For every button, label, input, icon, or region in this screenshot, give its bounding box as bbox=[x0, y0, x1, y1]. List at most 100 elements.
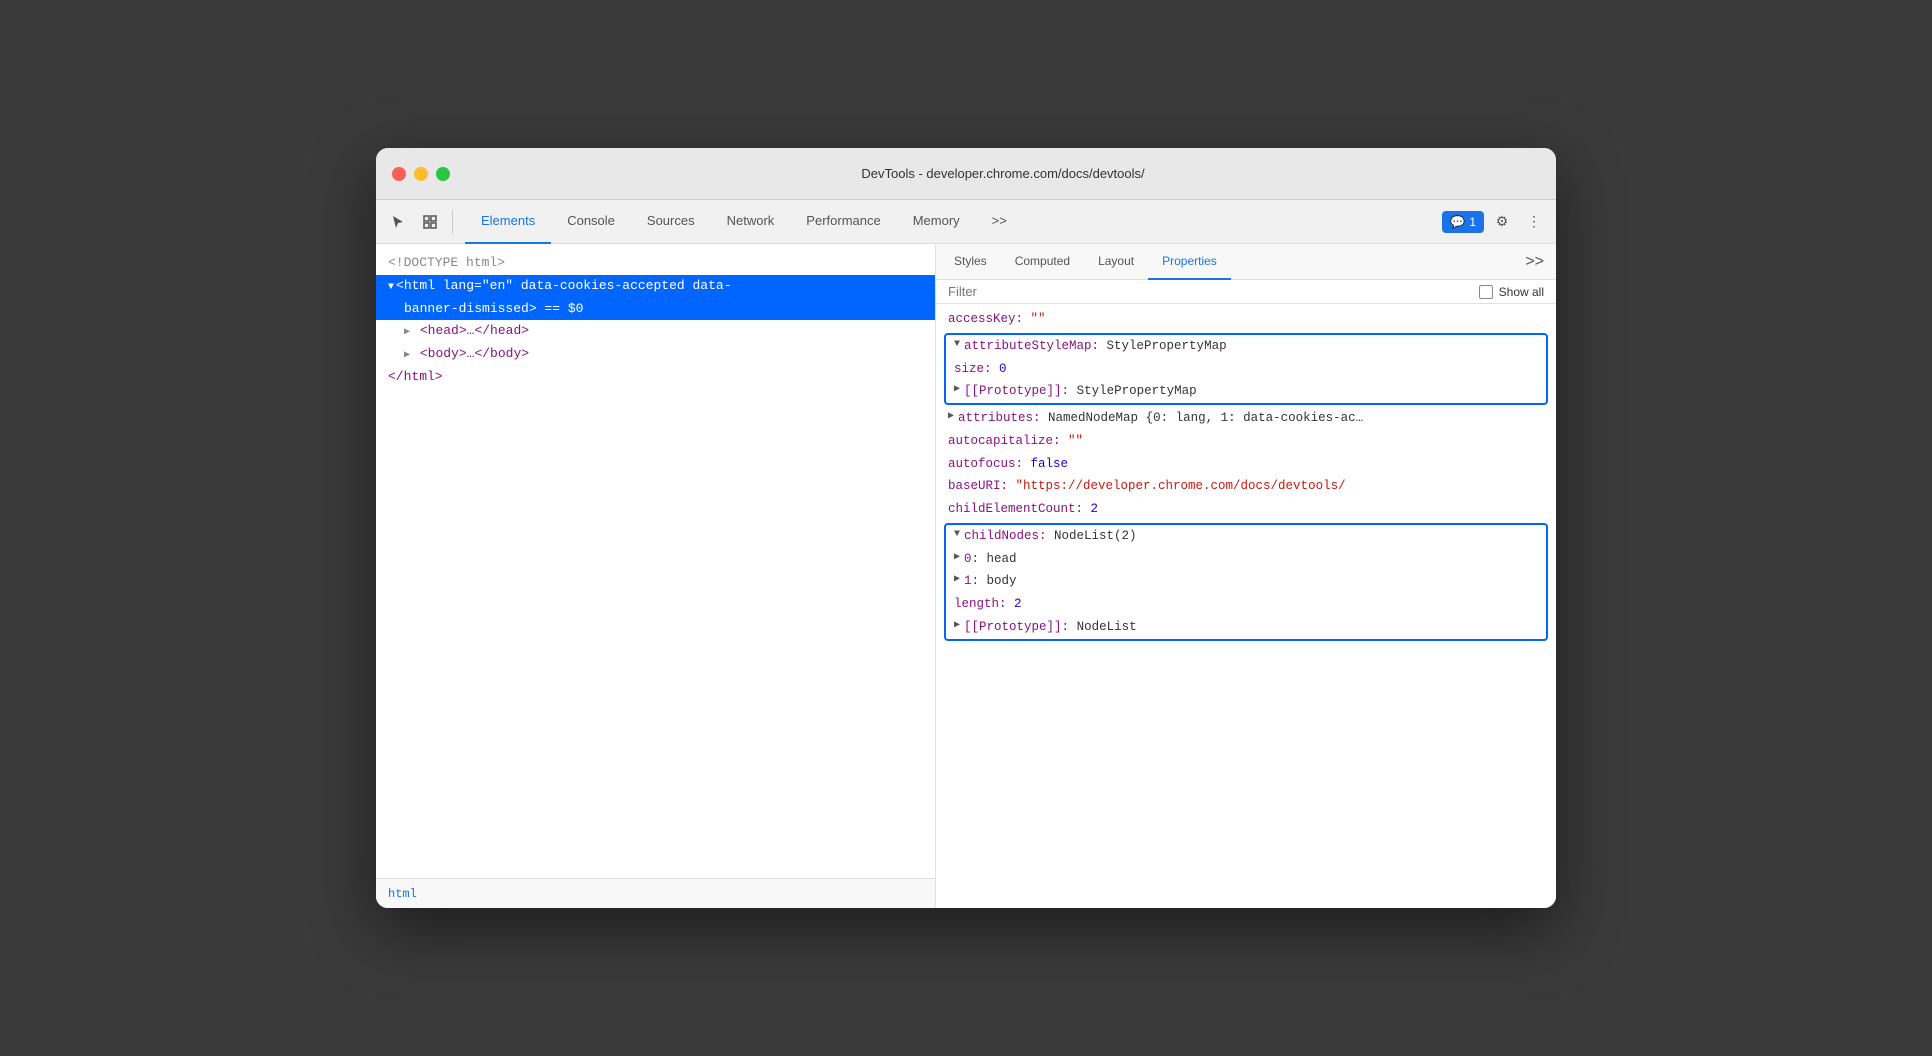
prop-attributestylemap-header[interactable]: ▼ attributeStyleMap: StylePropertyMap bbox=[946, 335, 1546, 358]
prop-val-accesskey: "" bbox=[1031, 310, 1046, 329]
prop-size: size: 0 bbox=[946, 358, 1546, 381]
prop-val-baseuri: "https://developer.chrome.com/docs/devto… bbox=[1016, 477, 1346, 496]
dom-html-open[interactable]: ▼<html lang="en" data-cookies-accepted d… bbox=[376, 275, 935, 298]
prop-childnodes-0[interactable]: ▶ 0: head bbox=[946, 548, 1546, 571]
prop-key-attributestylemap: attributeStyleMap: bbox=[964, 337, 1107, 356]
prop-key-baseuri: baseURI: bbox=[948, 477, 1016, 496]
tab-console[interactable]: Console bbox=[551, 200, 631, 244]
prop-group-attributestylemap: ▼ attributeStyleMap: StylePropertyMap si… bbox=[944, 333, 1548, 405]
tab-sources[interactable]: Sources bbox=[631, 200, 711, 244]
prop-key-childelementcount: childElementCount: bbox=[948, 500, 1091, 519]
expand-prototype-stylemap-icon[interactable]: ▶ bbox=[954, 382, 960, 397]
dom-html-close: </html> bbox=[376, 366, 935, 389]
prop-key-prototype-stylemap: [[Prototype]]: bbox=[964, 382, 1077, 401]
prop-val-attributes: NamedNodeMap {0: lang, 1: data-cookies-a… bbox=[1048, 409, 1363, 428]
right-tabs: Styles Computed Layout Properties >> bbox=[936, 244, 1556, 280]
expand-prototype-nodelist-icon[interactable]: ▶ bbox=[954, 618, 960, 633]
dom-body[interactable]: ▶ <body>…</body> bbox=[376, 343, 935, 366]
prop-key-childnodes-0: 0: bbox=[964, 550, 987, 569]
prop-val-childnodes-1: body bbox=[987, 572, 1017, 591]
maximize-button[interactable] bbox=[436, 167, 450, 181]
prop-key-childnodes: childNodes: bbox=[964, 527, 1054, 546]
prop-prototype-nodelist[interactable]: ▶ [[Prototype]]: NodeList bbox=[946, 616, 1546, 639]
tab-layout[interactable]: Layout bbox=[1084, 244, 1148, 280]
badge-count: 1 bbox=[1469, 215, 1476, 229]
devtools-body: <!DOCTYPE html> ▼<html lang="en" data-co… bbox=[376, 244, 1556, 908]
prop-val-prototype-nodelist: NodeList bbox=[1077, 618, 1137, 637]
tab-properties[interactable]: Properties bbox=[1148, 244, 1231, 280]
doctype-text: <!DOCTYPE html> bbox=[388, 255, 505, 270]
expand-triangle: ▼ bbox=[388, 280, 394, 296]
prop-key-childnodes-length: length: bbox=[954, 595, 1014, 614]
prop-childnodes-header[interactable]: ▼ childNodes: NodeList(2) bbox=[946, 525, 1546, 548]
breadcrumb: html bbox=[376, 878, 935, 908]
prop-val-size: 0 bbox=[999, 360, 1007, 379]
tab-more[interactable]: >> bbox=[976, 200, 1023, 244]
expand-childnodes-1-icon[interactable]: ▶ bbox=[954, 572, 960, 587]
prop-autocapitalize: autocapitalize: "" bbox=[936, 430, 1556, 453]
html-close-tag: </html> bbox=[388, 369, 443, 384]
prop-autofocus: autofocus: false bbox=[936, 453, 1556, 476]
prop-key-size: size: bbox=[954, 360, 999, 379]
tab-styles[interactable]: Styles bbox=[940, 244, 1001, 280]
tab-network[interactable]: Network bbox=[711, 200, 791, 244]
kebab-menu-icon[interactable]: ⋮ bbox=[1520, 208, 1548, 236]
toolbar-right: 💬 1 ⚙ ⋮ bbox=[1442, 208, 1548, 236]
devtools-toolbar: Elements Console Sources Network Perform… bbox=[376, 200, 1556, 244]
prop-val-childnodes: NodeList(2) bbox=[1054, 527, 1137, 546]
inspect-icon[interactable] bbox=[416, 208, 444, 236]
show-all-checkbox[interactable] bbox=[1479, 285, 1493, 299]
prop-accesskey: accessKey: "" bbox=[936, 308, 1556, 331]
properties-panel: Styles Computed Layout Properties >> Sho… bbox=[936, 244, 1556, 908]
head-tag: <head>…</head> bbox=[420, 323, 529, 338]
show-all-control[interactable]: Show all bbox=[1479, 285, 1544, 299]
prop-key-prototype-nodelist: [[Prototype]]: bbox=[964, 618, 1077, 637]
chat-badge-button[interactable]: 💬 1 bbox=[1442, 211, 1484, 233]
prop-val-childnodes-0: head bbox=[987, 550, 1017, 569]
expand-childnodes-0-icon[interactable]: ▶ bbox=[954, 550, 960, 565]
dom-html-open2: banner-dismissed> == $0 bbox=[376, 298, 935, 321]
toolbar-divider bbox=[452, 210, 453, 234]
prop-childnodes-length: length: 2 bbox=[946, 593, 1546, 616]
body-triangle: ▶ bbox=[404, 348, 410, 364]
head-triangle: ▶ bbox=[404, 325, 410, 341]
titlebar: DevTools - developer.chrome.com/docs/dev… bbox=[376, 148, 1556, 200]
properties-list: accessKey: "" ▼ attributeStyleMap: Style… bbox=[936, 304, 1556, 908]
window-title: DevTools - developer.chrome.com/docs/dev… bbox=[466, 166, 1540, 181]
cursor-icon[interactable] bbox=[384, 208, 412, 236]
filter-bar: Show all bbox=[936, 280, 1556, 304]
expand-attributestylemap-icon[interactable]: ▼ bbox=[954, 337, 960, 352]
html-tag: <html lang="en" data-cookies-accepted da… bbox=[396, 278, 731, 293]
prop-val-prototype-stylemap: StylePropertyMap bbox=[1077, 382, 1197, 401]
breadcrumb-text: html bbox=[388, 887, 417, 901]
dom-tree: <!DOCTYPE html> ▼<html lang="en" data-co… bbox=[376, 244, 935, 878]
main-tabs: Elements Console Sources Network Perform… bbox=[465, 200, 1023, 244]
expand-attributes-icon[interactable]: ▶ bbox=[948, 409, 954, 424]
dom-panel: <!DOCTYPE html> ▼<html lang="en" data-co… bbox=[376, 244, 936, 908]
dom-head[interactable]: ▶ <head>…</head> bbox=[376, 320, 935, 343]
tab-elements[interactable]: Elements bbox=[465, 200, 551, 244]
tab-performance[interactable]: Performance bbox=[790, 200, 896, 244]
prop-attributes[interactable]: ▶ attributes: NamedNodeMap {0: lang, 1: … bbox=[936, 407, 1556, 430]
devtools-window: DevTools - developer.chrome.com/docs/dev… bbox=[376, 148, 1556, 908]
prop-prototype-stylemap[interactable]: ▶ [[Prototype]]: StylePropertyMap bbox=[946, 380, 1546, 403]
filter-input[interactable] bbox=[948, 284, 1479, 299]
toolbar-icons bbox=[384, 208, 457, 236]
chat-icon: 💬 bbox=[1450, 215, 1465, 229]
tab-computed[interactable]: Computed bbox=[1001, 244, 1084, 280]
expand-childnodes-icon[interactable]: ▼ bbox=[954, 527, 960, 542]
body-tag: <body>…</body> bbox=[420, 346, 529, 361]
tab-memory[interactable]: Memory bbox=[897, 200, 976, 244]
prop-val-autocapitalize: "" bbox=[1068, 432, 1083, 451]
right-tabs-more[interactable]: >> bbox=[1517, 253, 1552, 271]
prop-key-autocapitalize: autocapitalize: bbox=[948, 432, 1068, 451]
prop-key-attributes: attributes: bbox=[958, 409, 1048, 428]
settings-icon[interactable]: ⚙ bbox=[1488, 208, 1516, 236]
minimize-button[interactable] bbox=[414, 167, 428, 181]
close-button[interactable] bbox=[392, 167, 406, 181]
prop-childnodes-1[interactable]: ▶ 1: body bbox=[946, 570, 1546, 593]
prop-childelementcount: childElementCount: 2 bbox=[936, 498, 1556, 521]
prop-val-childelementcount: 2 bbox=[1091, 500, 1099, 519]
prop-baseuri: baseURI: "https://developer.chrome.com/d… bbox=[936, 475, 1556, 498]
show-all-label: Show all bbox=[1499, 285, 1544, 299]
